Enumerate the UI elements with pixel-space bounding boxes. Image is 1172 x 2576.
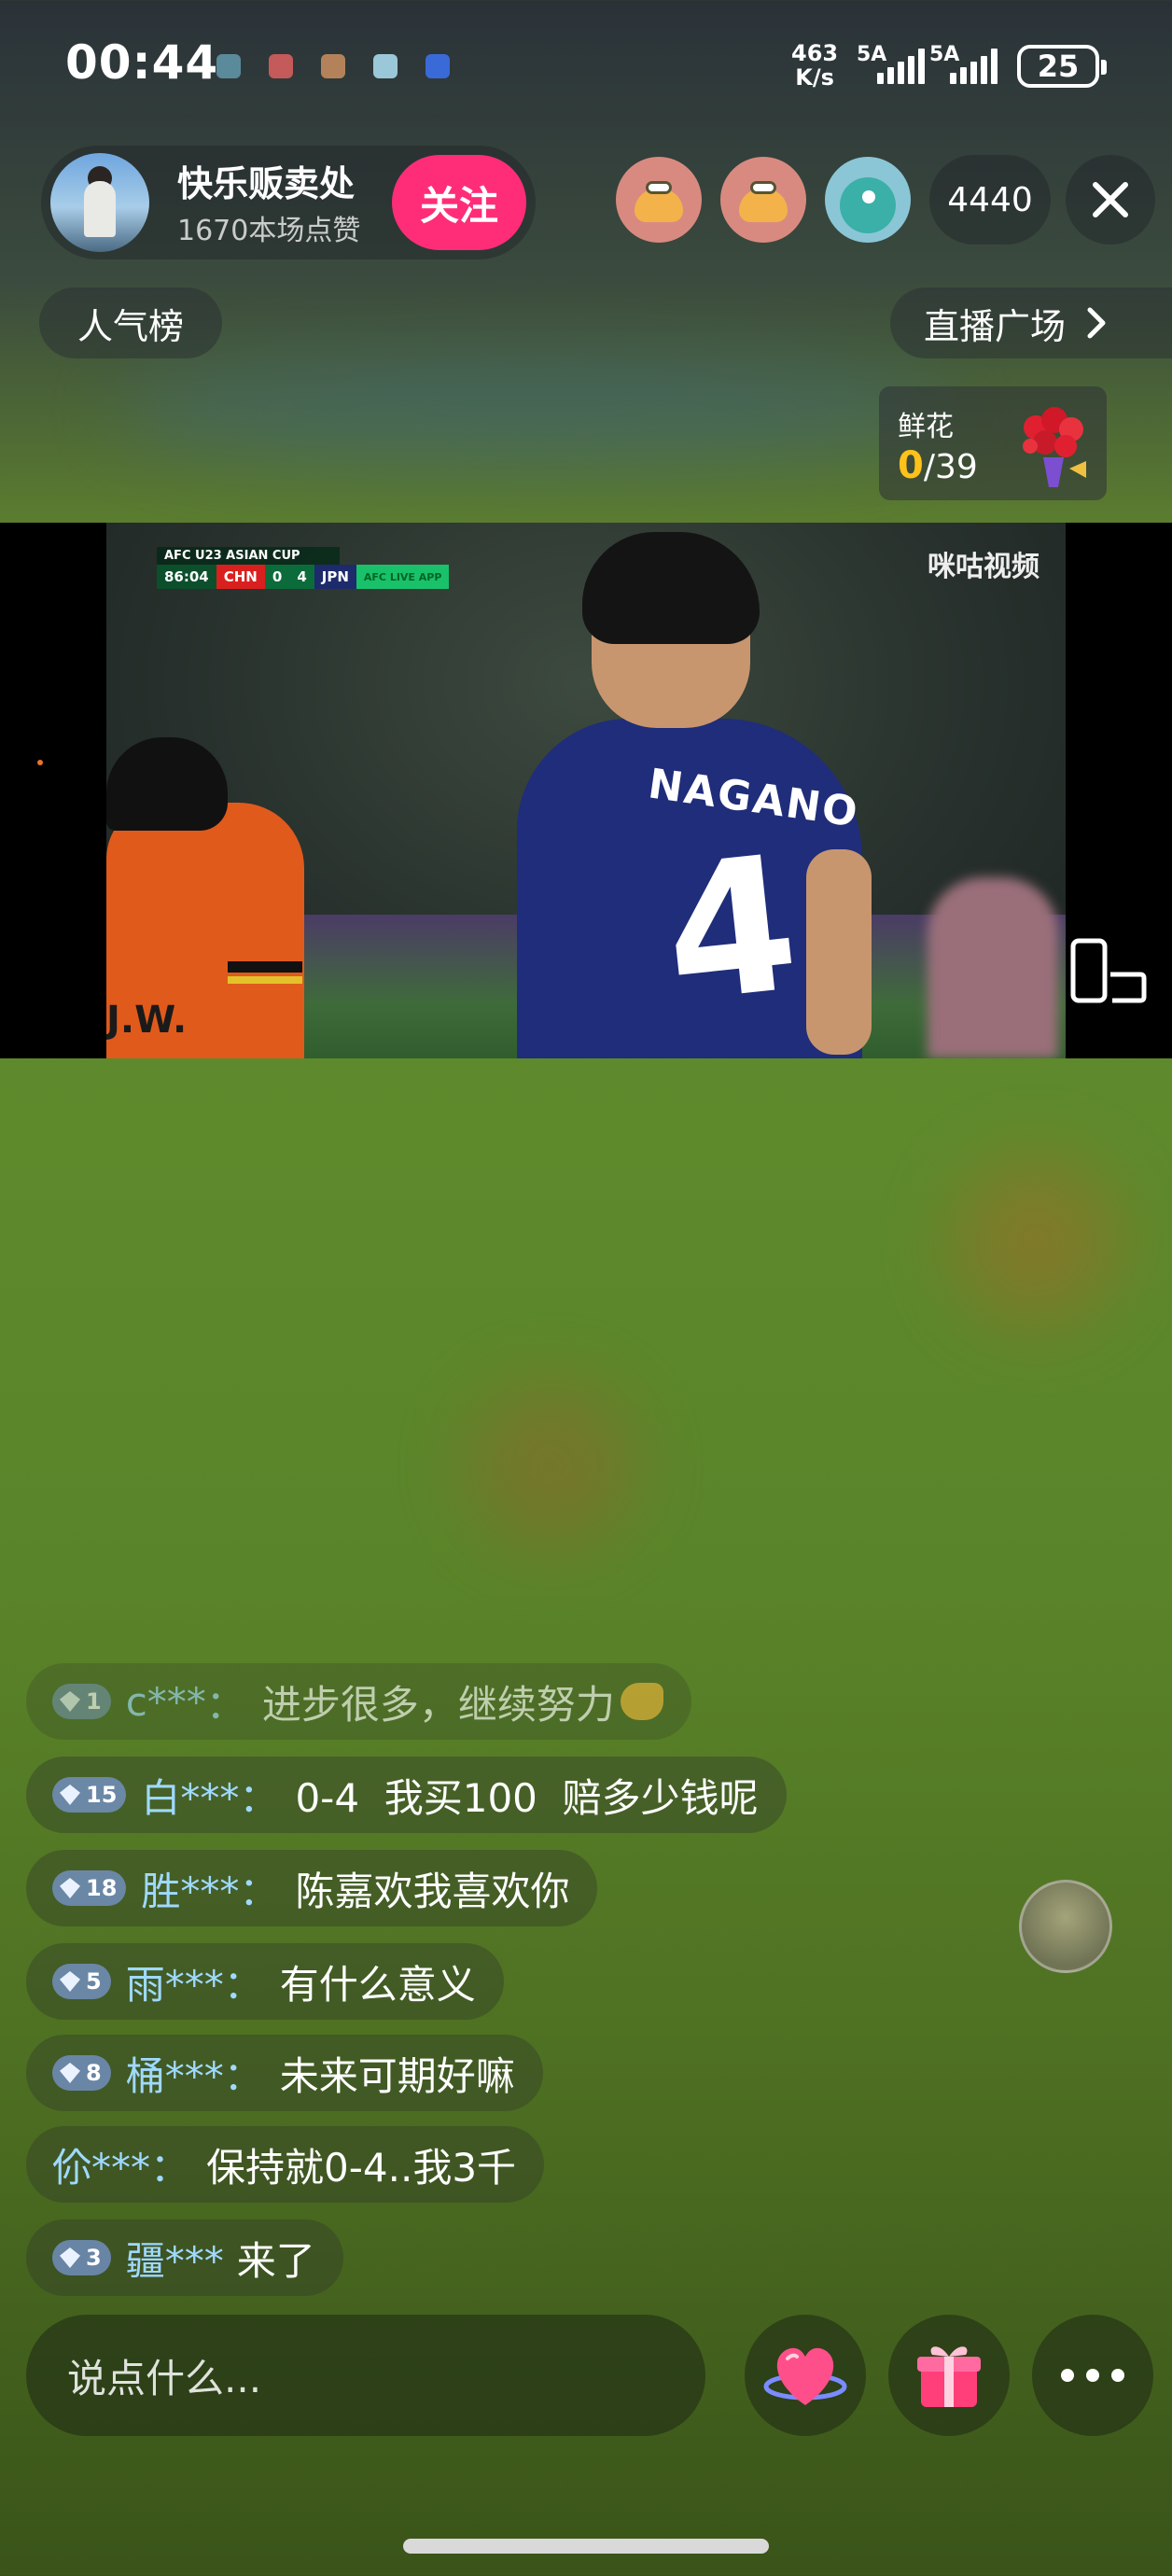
comment-username[interactable]: 伱***: [52, 2136, 150, 2193]
live-plaza-button[interactable]: 直播广场: [890, 287, 1172, 358]
comment-username[interactable]: 桶***: [126, 2045, 224, 2102]
battery-icon: 25: [1017, 45, 1107, 88]
player-blue: NAGANO 4: [498, 532, 872, 1058]
comment-username[interactable]: 疆***: [126, 2230, 224, 2287]
more-icon: [1061, 2369, 1124, 2382]
comment-text: 保持就0-4..我3千: [206, 2144, 517, 2191]
viewer-avatar[interactable]: [720, 157, 806, 243]
comment-username[interactable]: 雨***: [126, 1953, 224, 2010]
app-notification-icon: [269, 54, 293, 78]
chat-comment[interactable]: 5 雨***： 有什么意义: [26, 1943, 504, 2020]
viewer-count[interactable]: 4440: [929, 155, 1051, 245]
host-likes: 1670本场点赞: [177, 215, 361, 247]
video-frame[interactable]: J.W. NAGANO 4 AFC U23 ASIAN CUP 86:04 CH…: [106, 523, 1066, 1058]
gift-button[interactable]: [888, 2315, 1010, 2436]
app-notification-icon: [321, 54, 345, 78]
chevron-right-icon: [1087, 307, 1106, 339]
chat-comment[interactable]: 15 白***： 0-4 我买100 赔多少钱呢: [26, 1757, 787, 1833]
away-score: 4: [297, 568, 307, 585]
rotate-screen-icon[interactable]: [1066, 933, 1150, 1017]
chat-comment[interactable]: 18 胜***： 陈嘉欢我喜欢你: [26, 1850, 598, 1926]
background-blur: [467, 1381, 635, 1549]
chat-comment[interactable]: 1 c***： 进步很多，继续努力: [26, 1663, 691, 1740]
level-badge: 15: [52, 1777, 127, 1813]
gift-goal-progress: 0/39: [898, 444, 978, 487]
indicator-dot: [37, 760, 43, 765]
chat-comment[interactable]: 伱***： 保持就0-4..我3千: [26, 2126, 545, 2203]
home-team: CHN: [216, 565, 265, 589]
gift-goal-current: 0: [898, 444, 924, 487]
comment-text: 0-4 我买100 赔多少钱呢: [295, 1774, 759, 1821]
player2-shirt-name: J.W.: [106, 999, 188, 1042]
notification-icons: [216, 54, 450, 78]
net-speed-unit: K/s: [795, 64, 834, 91]
comment-input[interactable]: 说点什么...: [26, 2315, 705, 2436]
bouquet-icon: [1023, 407, 1086, 487]
comment-text: 有什么意义: [279, 1961, 476, 2008]
live-video-player[interactable]: J.W. NAGANO 4 AFC U23 ASIAN CUP 86:04 CH…: [0, 523, 1172, 1058]
flower-gift-goal[interactable]: 鲜花 0/39: [879, 386, 1107, 500]
floating-mini-avatar[interactable]: [1019, 1880, 1112, 1973]
follow-button[interactable]: 关注: [392, 155, 526, 250]
diamond-icon: [60, 1878, 80, 1898]
diamond-icon: [60, 1691, 80, 1712]
comment-text: 进步很多，继续努力: [261, 1681, 615, 1728]
level-badge: 3: [52, 2240, 111, 2275]
level-badge: 1: [52, 1684, 111, 1719]
comment-username[interactable]: 胜***: [141, 1860, 239, 1917]
gift-goal-total: 39: [934, 448, 978, 486]
spectator: [928, 877, 1058, 1058]
host-card[interactable]: 快乐贩卖处 1670本场点赞 关注: [41, 146, 536, 259]
viewer-avatar[interactable]: [616, 157, 702, 243]
muscle-emoji-icon: [620, 1683, 663, 1720]
close-icon: [1093, 182, 1128, 217]
chat-comment[interactable]: 8 桶***： 未来可期好嘛: [26, 2035, 543, 2111]
comment-text: 来了: [236, 2237, 315, 2284]
net-speed: 463 K/s: [791, 41, 838, 90]
host-name: 快乐贩卖处: [177, 163, 356, 204]
away-team: JPN: [314, 565, 356, 589]
app-tag: AFC LIVE APP: [356, 565, 450, 589]
home-score: 0: [272, 568, 283, 585]
gift-goal-label: 鲜花: [898, 411, 954, 443]
status-time: 00:44: [65, 35, 219, 90]
background-blur: [952, 1157, 1120, 1325]
chat-comment[interactable]: 3 疆*** 来了: [26, 2219, 343, 2296]
diamond-icon: [60, 1971, 80, 1992]
comment-username[interactable]: 白***: [141, 1767, 239, 1824]
app-notification-icon: [216, 54, 241, 78]
host-avatar[interactable]: [50, 153, 149, 252]
comment-text: 陈嘉欢我喜欢你: [295, 1868, 570, 1914]
player-shirt-number: 4: [655, 815, 807, 1045]
diamond-icon: [60, 2063, 80, 2083]
comment-text: 未来可期好嘛: [279, 2052, 515, 2099]
diamond-icon: [60, 1785, 80, 1805]
tournament-name: AFC U23 ASIAN CUP: [157, 547, 340, 565]
battery-level: 25: [1037, 49, 1080, 84]
level-badge: 18: [52, 1870, 127, 1906]
match-clock: 86:04: [157, 565, 216, 589]
status-bar: 00:44 463 K/s 5A 5A 25: [0, 0, 1172, 131]
home-indicator[interactable]: [403, 2539, 769, 2554]
close-button[interactable]: [1066, 155, 1155, 245]
like-button[interactable]: [745, 2315, 866, 2436]
level-badge: 5: [52, 1964, 111, 1999]
viewer-avatar[interactable]: [825, 157, 911, 243]
diamond-icon: [60, 2247, 80, 2268]
live-plaza-label: 直播广场: [924, 305, 1067, 347]
level-badge: 8: [52, 2055, 111, 2091]
gift-icon: [917, 2346, 981, 2407]
net-speed-value: 463: [791, 40, 839, 66]
popularity-rank-button[interactable]: 人气榜: [39, 287, 222, 358]
comment-username[interactable]: c***: [126, 1679, 206, 1725]
heart-icon: [763, 2347, 847, 2405]
broadcaster-logo: 咪咕视频: [928, 551, 1039, 583]
background-blur: [112, 355, 952, 467]
app-notification-icon: [426, 54, 450, 78]
player-orange: J.W.: [106, 681, 312, 1058]
app-notification-icon: [373, 54, 398, 78]
scoreboard: AFC U23 ASIAN CUP 86:04 CHN 0 4 JPN AFC …: [157, 547, 450, 589]
more-button[interactable]: [1032, 2315, 1153, 2436]
